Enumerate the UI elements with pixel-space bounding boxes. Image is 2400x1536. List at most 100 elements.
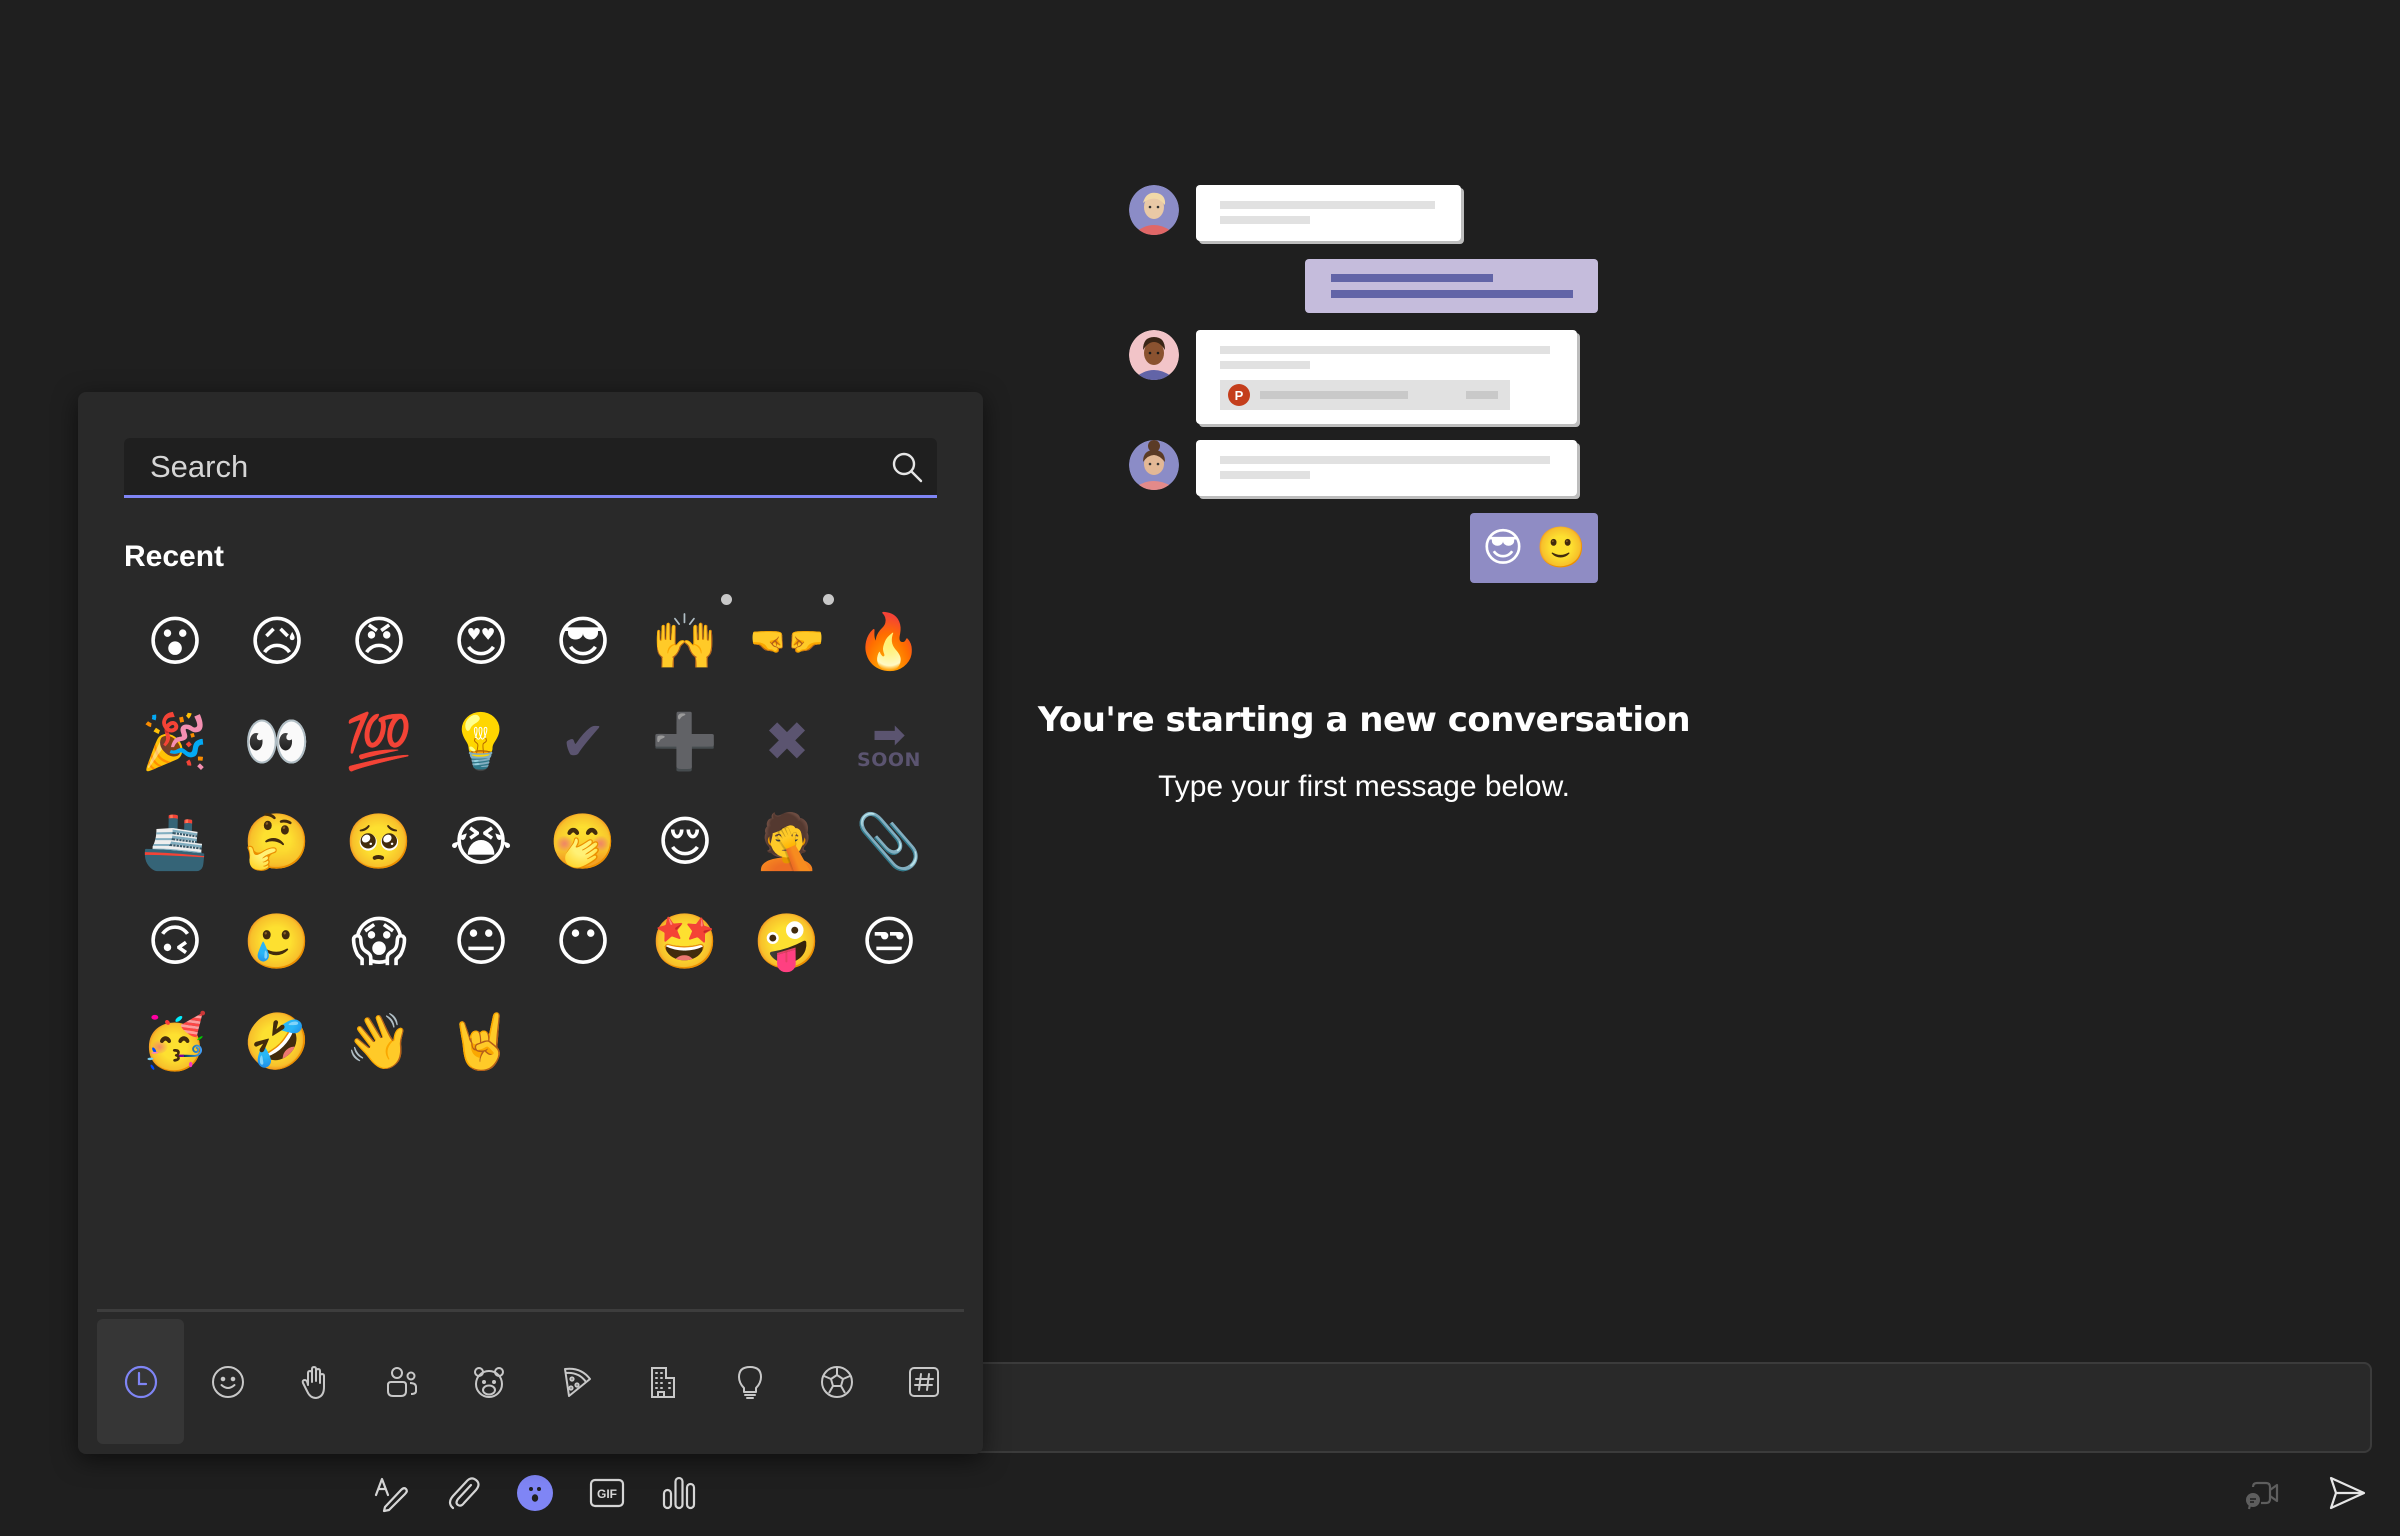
- emoji-rolling-on-floor-laughing[interactable]: 🤣: [226, 992, 328, 1092]
- emoji-face-with-hand-over-mouth[interactable]: 🤭: [532, 792, 634, 892]
- emoji-unamused-face[interactable]: 😒: [838, 892, 940, 992]
- emoji-hundred-points[interactable]: 💯: [328, 692, 430, 792]
- category-tab-sports[interactable]: [793, 1319, 880, 1444]
- paperclip-icon: [448, 1477, 480, 1510]
- emoji-star-struck[interactable]: 🤩: [634, 892, 736, 992]
- emoji-raising-hands[interactable]: 🙌: [634, 592, 736, 692]
- emoji-hushed-face[interactable]: 😮: [124, 592, 226, 692]
- emoji-fire[interactable]: 🔥: [838, 592, 940, 692]
- emoji-ship[interactable]: 🚢: [124, 792, 226, 892]
- loop-icon: [662, 1476, 696, 1510]
- category-tab-food[interactable]: [532, 1319, 619, 1444]
- meet-now-button[interactable]: [2236, 1468, 2286, 1518]
- soccer-ball-icon: [820, 1365, 853, 1398]
- emoji-party-popper[interactable]: 🎉: [124, 692, 226, 792]
- eyes-icon: 👀: [243, 710, 311, 773]
- upside-down-face-icon: 🙃: [146, 910, 204, 973]
- pleading-face-icon: 🥺: [345, 810, 413, 873]
- attach-file-button[interactable]: [438, 1468, 488, 1518]
- angry-face-icon: 😠: [350, 610, 408, 673]
- emoji-search-input[interactable]: [124, 438, 877, 495]
- rolling-on-floor-laughing-icon: 🤣: [243, 1010, 311, 1073]
- emoji-partying-face[interactable]: 🥳: [124, 992, 226, 1092]
- rock-on-face-icon: 🤘: [447, 1010, 515, 1073]
- emoji-relieved-face[interactable]: 😌: [634, 792, 736, 892]
- gif-button[interactable]: GIF: [582, 1468, 632, 1518]
- emoji-cross-mark[interactable]: ✖: [736, 692, 838, 792]
- emoji-smiling-face-with-tear[interactable]: 🥲: [226, 892, 328, 992]
- empty-state-illustration: P 😎 🙂: [1110, 170, 1610, 590]
- emoji-face-without-mouth[interactable]: 😶: [532, 892, 634, 992]
- send-button[interactable]: [2322, 1468, 2372, 1518]
- svg-text:GIF: GIF: [597, 1487, 617, 1501]
- emoji-clippy[interactable]: 📎: [838, 792, 940, 892]
- smile-emoji: 🙂: [1536, 526, 1586, 570]
- neutral-face-icon: 😐: [452, 910, 510, 973]
- emoji-heart-eyes-face[interactable]: 😍: [430, 592, 532, 692]
- category-divider: [97, 1309, 964, 1312]
- own-emoji-message: 😎 🙂: [1470, 513, 1598, 583]
- emoji-pleading-face[interactable]: 🥺: [328, 792, 430, 892]
- ship-icon: 🚢: [141, 810, 209, 873]
- category-tab-symbols[interactable]: [880, 1319, 967, 1444]
- waving-face-icon: 👋: [345, 1010, 413, 1073]
- loudly-crying-face-icon: 😭: [449, 810, 513, 873]
- emoji-soon-arrow[interactable]: ➡ SOON: [838, 692, 940, 792]
- people-icon: [386, 1366, 417, 1397]
- clock-icon: [124, 1365, 157, 1398]
- check-mark-icon: ✔: [560, 710, 606, 773]
- category-tab-smileys[interactable]: [184, 1319, 271, 1444]
- raising-hands-icon: 🙌: [651, 610, 719, 673]
- emoji-loudly-crying-face[interactable]: 😭: [430, 792, 532, 892]
- clippy-icon: 📎: [855, 810, 923, 873]
- emoji-plus[interactable]: ➕: [634, 692, 736, 792]
- emoji-check-mark[interactable]: ✔: [532, 692, 634, 792]
- hashtag-icon: [908, 1366, 939, 1397]
- soon-label: SOON: [857, 748, 921, 771]
- emoji-waving-face[interactable]: 👋: [328, 992, 430, 1092]
- hushed-face-icon: 😮: [146, 610, 204, 673]
- emoji-fist-bump[interactable]: 🤜🤛: [736, 592, 838, 692]
- category-tab-recent[interactable]: [97, 1319, 184, 1444]
- message-bubble-2: P: [1196, 330, 1577, 424]
- emoji-facepalm-face[interactable]: 🤦: [736, 792, 838, 892]
- emoji-neutral-face[interactable]: 😐: [430, 892, 532, 992]
- building-icon: [650, 1366, 675, 1398]
- relieved-face-icon: 😌: [656, 810, 714, 873]
- thinking-face-icon: 🤔: [243, 810, 311, 873]
- emoji-face-screaming-in-fear[interactable]: 😱: [328, 892, 430, 992]
- soon-arrow-icon: ➡ SOON: [857, 715, 921, 770]
- emoji-picker-panel: Recent 😮 😥 😠 😍 😎 🙌 🤜🤛 🔥 🎉 👀 💯 💡 ✔ ➕ ✖ ➡SOON 🚢 🤔 🥺 😭 🤭 😌 🤦 📎 🙃 🥲 😱 😐…: [78, 392, 983, 1454]
- emoji-angry-face[interactable]: 😠: [328, 592, 430, 692]
- format-button[interactable]: [366, 1468, 416, 1518]
- emoji-upside-down-face[interactable]: 🙃: [124, 892, 226, 992]
- emoji-zany-face[interactable]: 🤪: [736, 892, 838, 992]
- category-tab-travel-places[interactable]: [619, 1319, 706, 1444]
- loop-components-button[interactable]: [654, 1468, 704, 1518]
- powerpoint-icon: P: [1228, 384, 1250, 406]
- emoji-sad-but-relieved-face[interactable]: 😥: [226, 592, 328, 692]
- heart-eyes-face-icon: 😍: [452, 610, 510, 673]
- category-tab-people[interactable]: [358, 1319, 445, 1444]
- pizza-icon: [563, 1367, 591, 1397]
- hand-icon: [301, 1365, 325, 1399]
- emoji-rock-on-face[interactable]: 🤘: [430, 992, 532, 1092]
- emoji-light-bulb[interactable]: 💡: [430, 692, 532, 792]
- emoji-thinking-face[interactable]: 🤔: [226, 792, 328, 892]
- search-icon[interactable]: [877, 437, 937, 497]
- own-message-bubble: [1305, 259, 1598, 313]
- smiley-icon: [211, 1365, 244, 1398]
- category-tab-animals[interactable]: [445, 1319, 532, 1444]
- zany-face-icon: 🤪: [753, 910, 821, 973]
- gif-icon: GIF: [589, 1478, 625, 1508]
- file-attachment: P: [1220, 380, 1510, 410]
- sad-but-relieved-face-icon: 😥: [248, 610, 306, 673]
- category-tab-activities-objects[interactable]: [706, 1319, 793, 1444]
- emoji-button[interactable]: [510, 1468, 560, 1518]
- category-tab-hand-gestures[interactable]: [271, 1319, 358, 1444]
- fist-bump-icon: 🤜🤛: [749, 624, 825, 659]
- emoji-sunglasses-face[interactable]: 😎: [532, 592, 634, 692]
- avatar-person-1: [1129, 185, 1179, 235]
- unamused-face-icon: 😒: [860, 910, 918, 973]
- emoji-eyes[interactable]: 👀: [226, 692, 328, 792]
